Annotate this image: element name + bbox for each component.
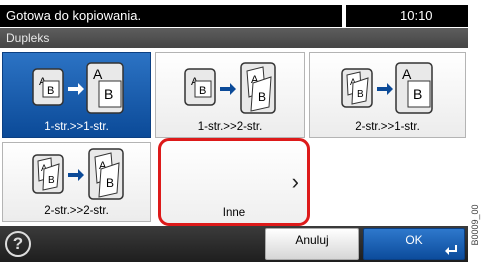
status-divider — [342, 5, 346, 27]
svg-text:B: B — [357, 89, 364, 100]
chevron-right-icon: › — [291, 169, 299, 194]
status-text: Gotowa do kopiowania. — [6, 8, 142, 23]
option-1-to-2-sided[interactable]: A B A B 1-str.>>2-str. — [155, 52, 305, 138]
option-other[interactable]: › Inne — [158, 138, 310, 226]
option-2-to-2-sided[interactable]: A B A B 2-str.>>2-str. — [2, 142, 151, 222]
bottom-bar: ? Anuluj OK — [0, 226, 468, 262]
svg-text:B: B — [199, 85, 206, 97]
option-1-to-1-sided[interactable]: A B A B 1-str.>>1-str. — [2, 52, 151, 138]
option-label: 1-str.>>2-str. — [197, 121, 263, 133]
option-2-to-1-sided[interactable]: A B A B 2-str.>>1-str. — [309, 52, 466, 138]
svg-text:B: B — [47, 85, 54, 97]
svg-text:B: B — [106, 176, 114, 190]
status-bar: Gotowa do kopiowania. 10:10 — [0, 5, 468, 27]
one-sided-to-two-sided-icon: A B A B — [184, 62, 276, 114]
help-icon[interactable]: ? — [5, 231, 31, 257]
ok-button[interactable]: OK — [363, 228, 465, 260]
one-sided-to-one-sided-icon: A B A B — [32, 62, 124, 114]
figure-code: B0009_00 — [469, 204, 481, 245]
screen-title-bar: Dupleks — [0, 28, 468, 48]
option-label: 1-str.>>1-str. — [44, 121, 109, 133]
svg-text:B: B — [413, 86, 422, 102]
cancel-button[interactable]: Anuluj — [265, 228, 359, 260]
option-label: 2-str.>>2-str. — [44, 205, 109, 217]
option-label: Inne — [222, 207, 246, 219]
enter-icon — [445, 245, 457, 255]
option-label: 2-str.>>1-str. — [355, 121, 420, 133]
clock: 10:10 — [400, 8, 433, 23]
svg-text:B: B — [48, 175, 55, 186]
screen-title: Dupleks — [6, 31, 50, 45]
svg-text:A: A — [402, 66, 412, 82]
svg-text:A: A — [93, 66, 103, 82]
svg-text:B: B — [258, 90, 266, 104]
two-sided-to-one-sided-icon: A B A B — [341, 62, 433, 114]
svg-text:B: B — [104, 86, 113, 102]
two-sided-to-two-sided-icon: A B A B — [32, 148, 124, 200]
copy-panel: Gotowa do kopiowania. 10:10 Dupleks A B … — [0, 0, 468, 262]
figure-code-text: B0009_00 — [470, 204, 480, 246]
